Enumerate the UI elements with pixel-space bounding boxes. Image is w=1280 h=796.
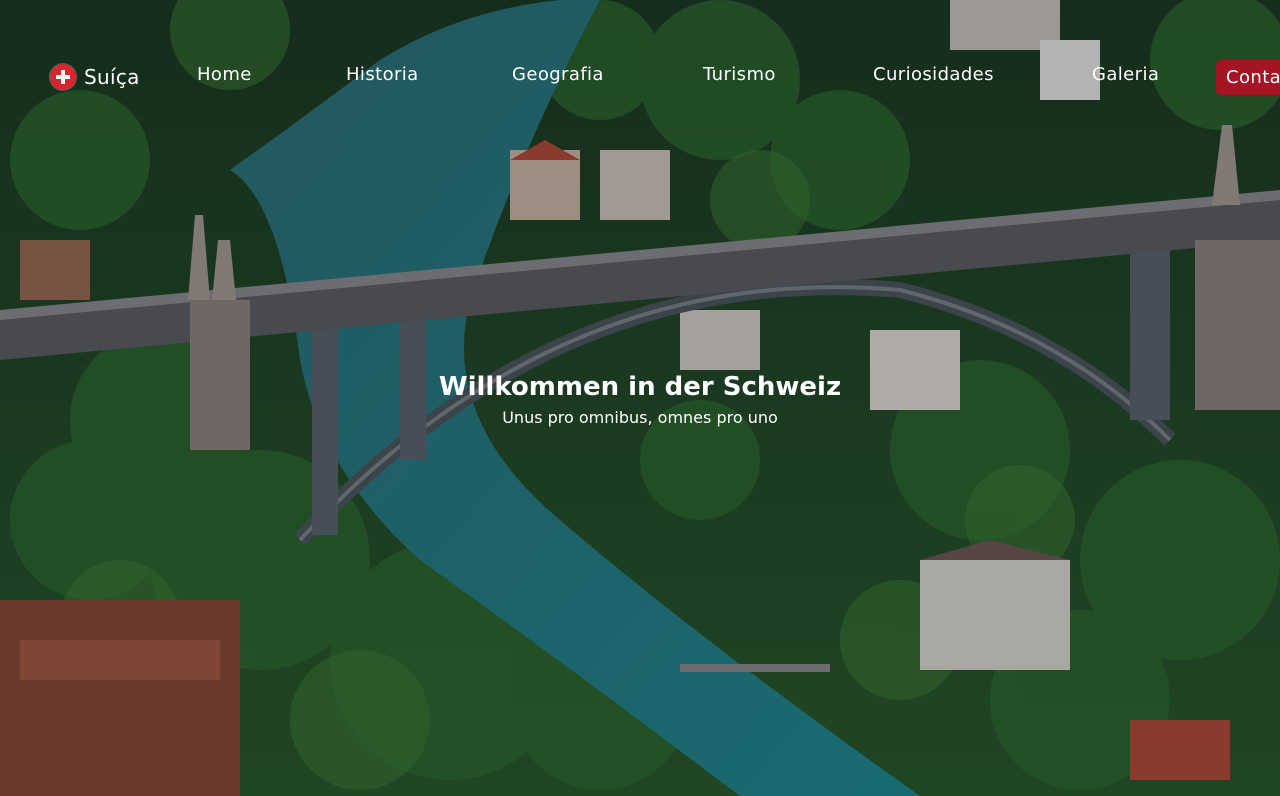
nav-link-curiosidades[interactable]: Curiosidades <box>873 64 994 85</box>
nav-link-historia[interactable]: Historia <box>346 64 419 85</box>
brand-logo-link[interactable]: Suíça <box>50 64 140 90</box>
nav-link-geografia[interactable]: Geografia <box>512 64 604 85</box>
brand-name: Suíça <box>84 65 140 89</box>
nav-link-home[interactable]: Home <box>197 64 252 85</box>
nav-link-turismo[interactable]: Turismo <box>703 64 776 85</box>
nav-link-galeria[interactable]: Galeria <box>1092 64 1159 85</box>
swiss-flag-icon <box>50 64 76 90</box>
main-navbar: Suíça Home Historia Geografia Turismo Cu… <box>0 56 1280 98</box>
hero-subtitle: Unus pro omnibus, omnes pro uno <box>502 408 778 427</box>
hero-text-block: Willkommen in der Schweiz Unus pro omnib… <box>0 370 1280 429</box>
contact-button[interactable]: Contato <box>1216 60 1280 95</box>
hero-title: Willkommen in der Schweiz <box>438 372 842 402</box>
